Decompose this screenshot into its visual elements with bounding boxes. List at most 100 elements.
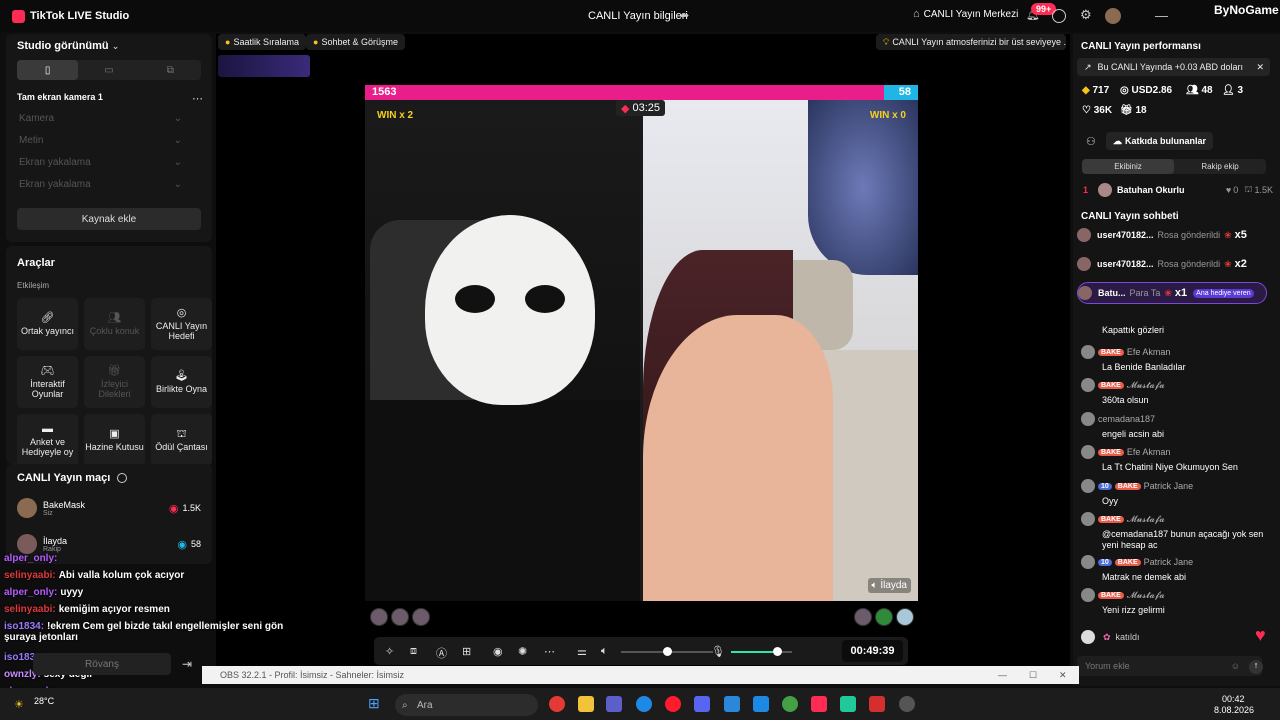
rematch-button[interactable]: Rövanş: [33, 653, 171, 675]
start-icon[interactable]: ⊞: [368, 695, 380, 712]
record-icon[interactable]: ◉: [493, 645, 503, 658]
help-icon[interactable]: [117, 473, 128, 484]
tip-chip[interactable]: 💡︎ CANLI Yayın atmosferinizi bir üst sevi…: [876, 34, 1066, 50]
magic-effects-icon[interactable]: ✧: [385, 645, 394, 658]
tool-multi-guest[interactable]: 👥︎ Çoklu konuk: [84, 298, 145, 350]
mic-knob[interactable]: [772, 647, 782, 656]
tool-interactive-games[interactable]: 🎮︎ İnteraktif Oyunlar: [17, 356, 78, 408]
ai-icon[interactable]: Ⓐ: [436, 645, 447, 661]
multi-layout-icon[interactable]: ⧉: [140, 60, 201, 80]
chat-message-item[interactable]: 10 BAKE Patrick Jane Oyy: [1081, 479, 1271, 507]
chat-call-chip[interactable]: ● Sohbet & Görüşme: [306, 34, 405, 50]
microphone-icon[interactable]: 🎙︎: [711, 645, 725, 658]
live-center-link[interactable]: ⌂ CANLI Yayın Merkezi: [913, 8, 1018, 20]
close-button[interactable]: ✕: [1059, 670, 1067, 681]
tab-own-team[interactable]: Ekibiniz: [1082, 159, 1174, 174]
landscape-icon[interactable]: ▭: [78, 60, 139, 80]
discord-icon[interactable]: [694, 696, 710, 712]
source-item[interactable]: Ekran yakalama ⌄: [6, 173, 212, 195]
tab-rival-team[interactable]: Rakip ekip: [1174, 159, 1266, 174]
scene-header[interactable]: Tam ekran kamera 1 ⋯: [17, 92, 203, 105]
settings-icon[interactable]: ⚙: [1080, 7, 1092, 23]
exit-icon[interactable]: ⇥: [182, 657, 192, 671]
chrome-icon[interactable]: [549, 696, 565, 712]
portrait-icon[interactable]: ▯: [17, 60, 79, 80]
obs-window-titlebar[interactable]: OBS 32.2.1 - Profil: İsimsiz - Sahneler:…: [202, 666, 1079, 684]
taskbar-search[interactable]: ⌕ Ara: [395, 694, 538, 716]
contributors-button[interactable]: ☁ Katkıda bulunanlar: [1106, 132, 1214, 150]
chat-message-item[interactable]: BAKE 𝓜𝓾𝓼𝓽𝓪𝓯𝓪 @cemadana187 bunun açacağı yo…: [1081, 512, 1271, 551]
heart-icon: ◆: [621, 102, 630, 115]
top-contributor-row[interactable]: 1 Batuhan Okurlu ♥ 0 ⛫ 1.5K: [1083, 183, 1273, 197]
add-source-button[interactable]: Kaynak ekle: [17, 208, 201, 230]
obs-icon[interactable]: [899, 696, 915, 712]
gift-icon: ◉: [168, 502, 179, 515]
app-icon[interactable]: [840, 696, 856, 712]
more-icon[interactable]: ⋯: [544, 645, 555, 658]
tool-viewer-wishes[interactable]: 🎁︎ İzleyici Dilekleri: [84, 356, 145, 408]
send-icon[interactable]: ↑: [1249, 660, 1263, 674]
tool-reward-bag[interactable]: ⛫ Ödül Çantası: [151, 414, 212, 466]
chat-message-item[interactable]: Kapattık gözleri: [1081, 322, 1271, 336]
more-icon[interactable]: ⋯: [192, 92, 203, 105]
event-banner[interactable]: [218, 55, 310, 77]
live-info-title[interactable]: CANLI Yayın bilgileri: [588, 10, 688, 22]
mic-slider[interactable]: [731, 651, 792, 653]
minimize-button[interactable]: —: [1155, 8, 1168, 23]
studio-view-header[interactable]: Studio görünümü ⌄: [17, 40, 119, 52]
chat-message-item[interactable]: BAKE 𝓜𝓾𝓼𝓽𝓪𝓯𝓪 360ta olsun: [1081, 378, 1271, 406]
chat-message-item[interactable]: BAKE 𝓜𝓾𝓼𝓽𝓪𝓯𝓪 Yeni rizz gelirmi: [1081, 588, 1271, 616]
minimize-button[interactable]: —: [998, 670, 1007, 680]
close-icon[interactable]: ✕: [1256, 62, 1264, 73]
edge-icon[interactable]: [636, 696, 652, 712]
tool-cohost[interactable]: 🔗︎ Ortak yayıncı: [17, 298, 78, 350]
tool-play-together[interactable]: 🕹︎ Birlikte Oyna: [151, 356, 212, 408]
chat-message-item[interactable]: BAKE Efe Akman La Tt Chatini Niye Okumuyon…: [1081, 445, 1271, 473]
help-icon[interactable]: [1052, 9, 1066, 23]
teams-icon[interactable]: [606, 696, 622, 712]
viewer-avatar[interactable]: [391, 608, 409, 626]
source-item[interactable]: Ekran yakalama ⌄: [6, 151, 212, 173]
viewer-avatar[interactable]: [854, 608, 872, 626]
volume-knob[interactable]: [663, 647, 672, 656]
share-icon[interactable]: ➦: [680, 9, 692, 22]
adjust-icon[interactable]: ⚌: [577, 645, 587, 658]
tiktok-live-icon[interactable]: [811, 696, 827, 712]
comment-input[interactable]: Yorum ekle ☺: [1077, 656, 1262, 676]
tool-poll[interactable]: ▬ Anket ve Hediyeyle oy: [17, 414, 78, 466]
speaker-icon[interactable]: 🔈︎: [601, 645, 608, 658]
emoji-icon[interactable]: ☺: [1231, 661, 1240, 671]
tool-live-goal[interactable]: ◎ CANLI Yayın Hedefi: [151, 298, 212, 350]
orientation-switch[interactable]: ▯ ▭ ⧉: [17, 60, 201, 80]
match-header: CANLI Yayın maçı: [17, 472, 128, 484]
viewer-avatar[interactable]: [875, 608, 893, 626]
youtube-icon[interactable]: [869, 696, 885, 712]
maximize-button[interactable]: ☐: [1029, 670, 1037, 681]
hourly-ranking-chip[interactable]: ● Saatlik Sıralama: [218, 34, 306, 50]
camera-effect-icon[interactable]: ✺: [518, 645, 527, 658]
mail-icon[interactable]: [753, 696, 769, 712]
chat-text: 360ta olsun: [1102, 395, 1149, 405]
link-icon: 🔗︎: [40, 311, 55, 324]
chat-username: Patrick Jane: [1143, 481, 1194, 491]
viewer-avatar[interactable]: [896, 608, 914, 626]
viewer-avatar[interactable]: [370, 608, 388, 626]
chat-message-item[interactable]: cemadana187 engeli acsin abi: [1081, 412, 1271, 440]
chat-message-item[interactable]: 10 BAKE Patrick Jane Matrak ne demek abi: [1081, 555, 1271, 583]
chat-message-item[interactable]: BAKE Efe Akman La Benide Banladılar: [1081, 345, 1271, 373]
tool-treasure-box[interactable]: ▣ Hazine Kutusu: [84, 414, 145, 466]
screen-capture-icon[interactable]: ⧈: [410, 645, 417, 658]
notifications-button[interactable]: 🔔︎ 99+: [1026, 3, 1057, 21]
user-plus-icon[interactable]: ⚇: [1086, 135, 1096, 148]
add-overlay-icon[interactable]: ⊞: [462, 645, 471, 658]
source-item[interactable]: Metin ⌄: [6, 129, 212, 151]
source-item[interactable]: Kamera ⌄: [6, 107, 212, 129]
opera-icon[interactable]: [665, 696, 681, 712]
file-explorer-icon[interactable]: [578, 696, 594, 712]
browser-icon[interactable]: [782, 696, 798, 712]
gift-username: user470182...: [1097, 259, 1154, 269]
viewer-avatar[interactable]: [412, 608, 430, 626]
profile-avatar[interactable]: [1105, 8, 1121, 24]
gift-icon: ⛫: [1244, 184, 1253, 194]
store-icon[interactable]: [724, 696, 740, 712]
